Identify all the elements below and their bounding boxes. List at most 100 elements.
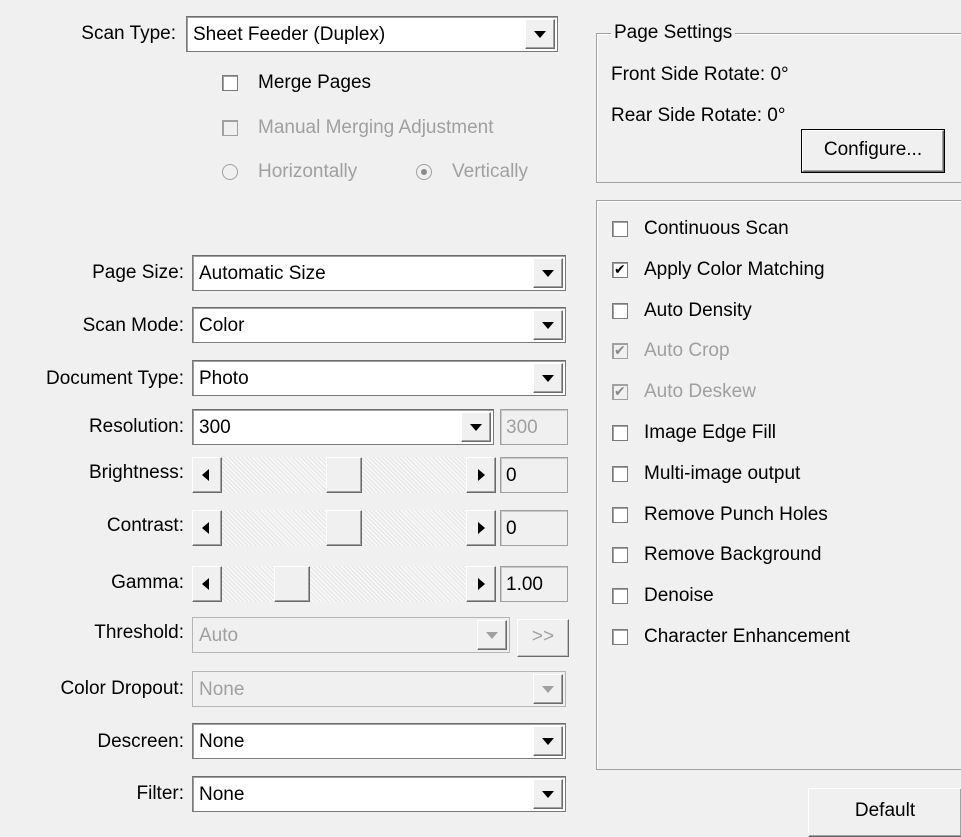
chevron-down-icon[interactable] [533,258,563,288]
front-side-rotate-text: Front Side Rotate: 0° [611,64,789,85]
option-checkbox[interactable] [612,425,628,441]
gamma-value: 1.00 [506,574,543,595]
resolution-select[interactable]: 300 [192,409,494,445]
resolution-custom-field[interactable]: 300 [500,409,568,445]
gamma-slider[interactable] [192,566,496,602]
configure-button[interactable]: Configure... [802,130,944,172]
scan-type-select[interactable]: Sheet Feeder (Duplex) [186,16,558,52]
color-dropout-select[interactable]: None [192,671,566,707]
radio-selected-dot-icon [421,169,427,175]
threshold-more-button[interactable]: >> [517,619,569,657]
scroll-left-icon[interactable] [192,457,222,493]
page-size-value: Automatic Size [199,263,326,284]
gamma-label: Gamma: [111,572,184,593]
contrast-slider-thumb[interactable] [326,510,362,546]
scroll-right-icon[interactable] [466,566,496,602]
gamma-slider-thumb[interactable] [274,566,310,602]
merge-pages-checkbox[interactable] [222,75,238,91]
chevron-down-icon[interactable] [525,19,555,49]
brightness-label: Brightness: [88,462,184,483]
color-dropout-value: None [199,679,245,700]
checkmark-icon: ✔ [614,261,626,277]
filter-select[interactable]: None [192,776,566,812]
gamma-value-field[interactable]: 1.00 [500,566,568,602]
page-settings-title: Page Settings [611,22,736,44]
document-type-select[interactable]: Photo [192,360,566,396]
scroll-left-icon[interactable] [192,566,222,602]
brightness-value: 0 [506,465,517,486]
chevron-down-icon[interactable] [533,674,563,704]
option-checkbox[interactable] [612,629,628,645]
page-size-select[interactable]: Automatic Size [192,255,566,291]
option-checkbox[interactable] [612,466,628,482]
option-checkbox[interactable]: ✔ [612,383,628,400]
option-label: Denoise [644,585,714,606]
color-dropout-label: Color Dropout: [60,678,184,699]
brightness-value-field[interactable]: 0 [500,457,568,493]
page-size-label: Page Size: [92,262,184,283]
horizontally-radio[interactable] [222,164,238,180]
filter-label: Filter: [136,783,185,804]
resolution-label: Resolution: [88,416,184,437]
scan-mode-select[interactable]: Color [192,307,566,343]
manual-merging-checkbox[interactable] [222,120,238,136]
brightness-slider[interactable] [192,457,496,493]
rear-side-rotate-text: Rear Side Rotate: 0° [611,105,786,126]
scroll-right-icon[interactable] [466,510,496,546]
checkmark-icon: ✔ [614,383,626,399]
option-checkbox[interactable] [612,303,628,319]
option-label: Image Edge Fill [644,422,777,443]
threshold-select[interactable]: Auto [192,617,510,653]
document-type-value: Photo [199,368,249,389]
checkmark-icon: ✔ [614,342,626,358]
option-label: Auto Crop [644,340,730,361]
descreen-select[interactable]: None [192,723,566,759]
scroll-right-icon[interactable] [466,457,496,493]
option-label: Apply Color Matching [644,259,825,280]
threshold-label: Threshold: [94,622,184,643]
option-label: Auto Deskew [644,381,756,402]
horizontally-label: Horizontally [258,161,358,182]
scan-type-value: Sheet Feeder (Duplex) [193,24,386,45]
chevron-down-icon[interactable] [533,779,563,809]
scan-mode-label: Scan Mode: [82,315,184,336]
contrast-value-field[interactable]: 0 [500,510,568,546]
option-checkbox[interactable] [612,588,628,604]
contrast-slider[interactable] [192,510,496,546]
threshold-value: Auto [199,625,239,646]
merge-pages-label: Merge Pages [258,72,372,93]
manual-merging-label: Manual Merging Adjustment [258,117,494,138]
resolution-custom-value: 300 [506,417,538,438]
option-label: Character Enhancement [644,626,850,647]
option-label: Continuous Scan [644,218,789,239]
options-group [596,200,961,770]
option-checkbox[interactable] [612,221,628,237]
option-checkbox[interactable]: ✔ [612,342,628,359]
document-type-label: Document Type: [45,368,184,389]
chevron-down-icon[interactable] [477,620,507,650]
descreen-label: Descreen: [97,731,184,752]
scan-mode-value: Color [199,315,245,336]
option-checkbox[interactable] [612,507,628,523]
option-checkbox[interactable]: ✔ [612,261,628,278]
contrast-label: Contrast: [106,515,184,536]
option-checkbox[interactable] [612,547,628,563]
chevron-down-icon[interactable] [461,412,491,442]
default-button[interactable]: Default [808,788,961,837]
vertically-radio[interactable] [416,164,432,180]
scroll-left-icon[interactable] [192,510,222,546]
resolution-value: 300 [199,417,231,438]
brightness-slider-thumb[interactable] [326,457,362,493]
contrast-value: 0 [506,518,517,539]
filter-value: None [199,784,245,805]
option-label: Remove Punch Holes [644,504,828,525]
chevron-down-icon[interactable] [533,726,563,756]
option-label: Multi-image output [644,463,801,484]
scan-type-label: Scan Type: [81,23,176,44]
vertically-label: Vertically [452,161,529,182]
chevron-down-icon[interactable] [533,310,563,340]
descreen-value: None [199,731,245,752]
chevron-down-icon[interactable] [533,363,563,393]
option-label: Remove Background [644,544,822,565]
option-label: Auto Density [644,300,752,321]
